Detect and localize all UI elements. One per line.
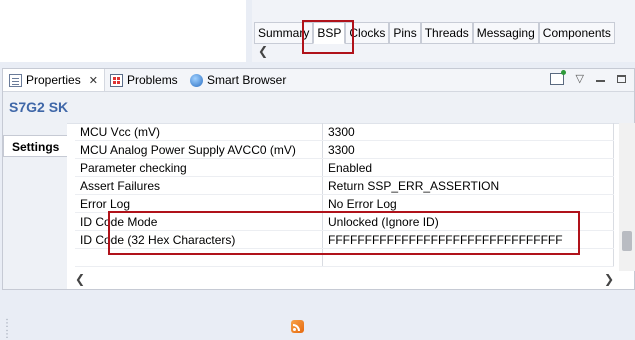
properties-table-area: MCU Vcc (mV) 3300 MCU Analog Power Supply… xyxy=(67,123,635,289)
maximize-icon[interactable] xyxy=(617,74,626,83)
table-row[interactable]: Parameter checking Enabled xyxy=(75,158,614,177)
table-row[interactable]: MCU Analog Power Supply AVCC0 (mV) 3300 xyxy=(75,140,614,159)
property-name: Assert Failures xyxy=(75,176,323,195)
property-name: Parameter checking xyxy=(75,158,323,177)
tab-smart-browser[interactable]: Smart Browser xyxy=(190,69,286,91)
property-value[interactable] xyxy=(322,248,614,267)
property-value[interactable]: Enabled xyxy=(322,158,614,177)
table-row[interactable]: Error Log No Error Log xyxy=(75,194,614,213)
view-tab-bar: Properties ✕ Problems Smart Browser ▽ xyxy=(3,69,634,92)
vertical-scrollbar[interactable] xyxy=(619,123,635,271)
minimize-icon[interactable] xyxy=(596,79,605,82)
property-value[interactable]: 3300 xyxy=(322,123,614,141)
tab-threads[interactable]: Threads xyxy=(420,22,473,44)
table-row[interactable]: ID Code (32 Hex Characters) FFFFFFFFFFFFF… xyxy=(75,230,614,249)
scroll-thumb[interactable] xyxy=(622,231,632,251)
globe-icon xyxy=(190,73,203,87)
tab-clocks[interactable]: Clocks xyxy=(345,22,390,44)
tab-smart-browser-label: Smart Browser xyxy=(207,73,287,87)
property-value[interactable]: FFFFFFFFFFFFFFFFFFFFFFFFFFFFFFFF xyxy=(322,230,614,249)
property-name xyxy=(75,248,323,267)
tab-settings[interactable]: Settings xyxy=(3,135,67,157)
property-value[interactable]: No Error Log xyxy=(322,194,614,213)
property-name: ID Code Mode xyxy=(75,212,323,231)
tab-summary[interactable]: Summary xyxy=(254,22,314,44)
table-row[interactable] xyxy=(75,248,614,267)
scroll-left-icon[interactable]: ❮ xyxy=(258,44,268,58)
side-tab-bar: Settings xyxy=(3,123,67,289)
tab-problems[interactable]: Problems xyxy=(110,69,178,91)
tab-problems-label: Problems xyxy=(127,73,178,87)
scroll-left-icon[interactable]: ❮ xyxy=(75,272,85,286)
properties-table: MCU Vcc (mV) 3300 MCU Analog Power Supply… xyxy=(75,123,614,267)
view-toolbar: ▽ xyxy=(549,69,626,85)
tab-messaging[interactable]: Messaging xyxy=(472,22,539,44)
page-title: S7G2 SK xyxy=(9,99,69,115)
problems-icon xyxy=(110,73,123,87)
property-value[interactable]: Return SSP_ERR_ASSERTION xyxy=(322,176,614,195)
top-left-panel xyxy=(0,0,246,62)
editor-horizontal-scrollbar[interactable]: ❮ xyxy=(254,44,635,58)
scroll-right-icon[interactable]: ❯ xyxy=(604,272,614,286)
rss-feed-icon[interactable] xyxy=(291,320,304,333)
tab-properties[interactable]: Properties ✕ xyxy=(3,69,105,91)
view-header: S7G2 SK xyxy=(3,92,634,124)
tab-components[interactable]: Components xyxy=(538,22,615,44)
table-row[interactable]: ID Code Mode Unlocked (Ignore ID) xyxy=(75,212,614,231)
view-menu-icon[interactable]: ▽ xyxy=(576,72,584,85)
property-name: Error Log xyxy=(75,194,323,213)
property-value[interactable]: 3300 xyxy=(322,140,614,159)
table-horizontal-scrollbar[interactable]: ❮ ❯ xyxy=(67,271,619,287)
pin-view-icon[interactable] xyxy=(549,69,566,85)
tab-properties-label: Properties xyxy=(26,73,81,87)
drag-handle-icon[interactable]: ⋮ ⋮ xyxy=(2,318,12,340)
table-row[interactable]: MCU Vcc (mV) 3300 xyxy=(75,123,614,141)
properties-icon xyxy=(9,73,22,87)
property-name: MCU Vcc (mV) xyxy=(75,123,323,141)
property-value[interactable]: Unlocked (Ignore ID) xyxy=(322,212,614,231)
close-icon[interactable]: ✕ xyxy=(89,74,98,87)
editor-tab-bar: Summary BSP Clocks Pins Threads Messagin… xyxy=(254,22,615,44)
property-name: ID Code (32 Hex Characters) xyxy=(75,230,323,249)
tab-pins[interactable]: Pins xyxy=(389,22,421,44)
property-name: MCU Analog Power Supply AVCC0 (mV) xyxy=(75,140,323,159)
table-row[interactable]: Assert Failures Return SSP_ERR_ASSERTION xyxy=(75,176,614,195)
tab-bsp[interactable]: BSP xyxy=(313,22,346,44)
properties-view: Properties ✕ Problems Smart Browser ▽ S7… xyxy=(2,68,635,290)
